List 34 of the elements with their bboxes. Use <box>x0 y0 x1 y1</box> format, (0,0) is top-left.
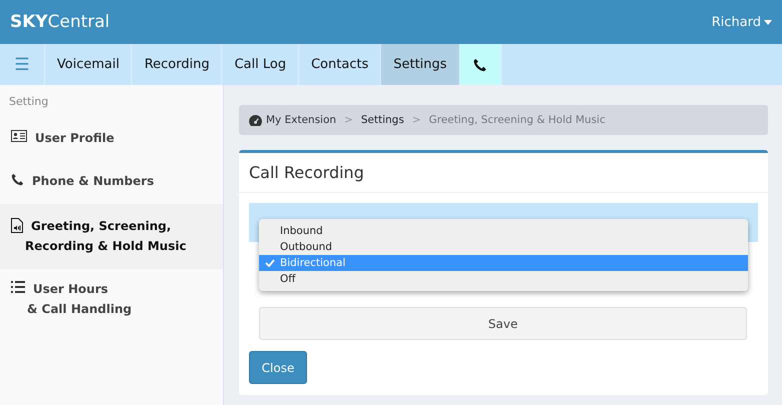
audio-file-icon <box>11 218 23 233</box>
save-button[interactable]: Save <box>259 307 747 340</box>
caret-icon <box>764 20 772 24</box>
phone-icon <box>11 173 24 186</box>
close-button[interactable]: Close <box>249 351 307 384</box>
sidebar-item[interactable]: User Hours & Call Handling <box>0 269 223 332</box>
breadcrumb-separator: > <box>344 114 353 126</box>
phone-icon <box>473 58 488 72</box>
breadcrumb-separator: > <box>412 114 421 126</box>
breadcrumb-link[interactable]: My Extension <box>249 114 336 126</box>
breadcrumb-current: Greeting, Screening & Hold Music <box>428 114 606 126</box>
card-title: Call Recording <box>239 153 768 193</box>
dropdown-option[interactable]: Inbound <box>259 223 748 239</box>
phone-tab[interactable] <box>460 44 502 85</box>
dropdown-option[interactable]: Off <box>259 271 748 287</box>
sidebar-item[interactable]: Greeting, Screening, Recording & Hold Music <box>0 204 223 269</box>
sidebar-item-label: & Call Handling <box>27 301 132 318</box>
list-icon <box>11 281 25 293</box>
sidebar-heading: Setting <box>8 95 50 110</box>
sidebar-item-label: User Hours <box>33 281 110 298</box>
brand-logo[interactable]: SKYCentral <box>10 12 110 32</box>
breadcrumb-link[interactable]: Settings <box>360 114 404 126</box>
sidebar-item-label: Phone & Numbers <box>32 173 154 190</box>
sidebar-item-label: User Profile <box>35 130 114 147</box>
sidebar-item[interactable]: User Profile <box>0 118 223 161</box>
nav-tab[interactable]: Settings <box>381 44 460 85</box>
sidebar-item-label: Recording & Hold Music <box>25 238 186 255</box>
sidebar-item[interactable]: Phone & Numbers <box>0 161 223 204</box>
dashboard-icon <box>249 114 262 126</box>
user-menu[interactable]: Richard <box>712 14 772 30</box>
sidebar-item-label: Greeting, Screening, <box>31 218 172 235</box>
dropdown-option[interactable]: Outbound <box>259 239 748 255</box>
id-card-icon <box>11 130 27 142</box>
check-icon <box>265 259 275 267</box>
